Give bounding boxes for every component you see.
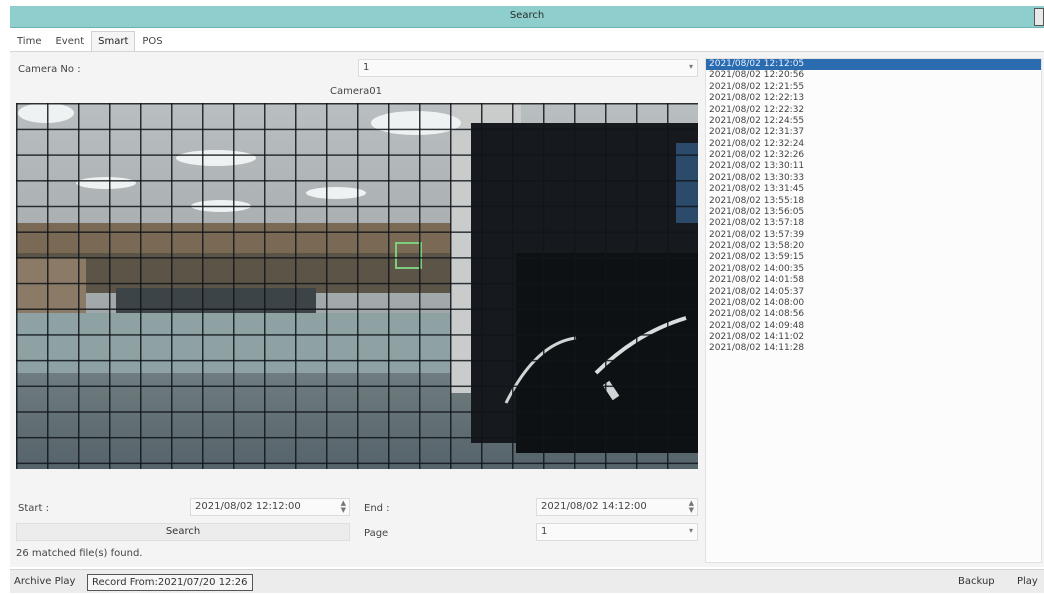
tab-smart[interactable]: Smart [91,31,136,51]
tab-event[interactable]: Event [48,31,91,51]
end-datetime-value: 2021/08/02 14:12:00 [541,501,647,512]
list-item[interactable]: 2021/08/02 12:22:13 [706,93,1041,104]
list-item[interactable]: 2021/08/02 12:20:56 [706,70,1041,81]
backup-button[interactable]: Backup [954,574,999,591]
camera-view[interactable] [16,103,698,469]
list-item[interactable]: 2021/08/02 13:30:11 [706,161,1041,172]
play-button[interactable]: Play [1013,574,1042,591]
camera-select[interactable]: 1 ▾ [358,59,698,77]
list-item[interactable]: 2021/08/02 13:30:33 [706,173,1041,184]
list-item[interactable]: 2021/08/02 14:08:56 [706,309,1041,320]
list-item[interactable]: 2021/08/02 13:56:05 [706,207,1041,218]
camera-select-value: 1 [363,62,370,73]
list-item[interactable]: 2021/08/02 14:08:00 [706,298,1041,309]
list-item[interactable]: 2021/08/02 13:57:18 [706,218,1041,229]
list-item[interactable]: 2021/08/02 14:11:28 [706,343,1041,354]
title-bar: Search [10,6,1044,28]
status-text: 26 matched file(s) found. [16,548,143,559]
camera-name: Camera01 [330,86,382,97]
list-item[interactable]: 2021/08/02 12:22:32 [706,105,1041,116]
spin-arrows-icon[interactable]: ▲ ▼ [341,500,346,514]
dropdown-arrow-icon: ▾ [688,62,693,71]
page-label: Page [364,528,389,539]
tab-pos[interactable]: POS [135,31,169,51]
tab-time[interactable]: Time [10,31,48,51]
start-datetime-value: 2021/08/02 12:12:00 [195,501,301,512]
end-datetime-input[interactable]: 2021/08/02 14:12:00 ▲ ▼ [536,498,698,516]
record-from-field: Record From:2021/07/20 12:26 [87,574,253,591]
list-item[interactable]: 2021/08/02 14:05:37 [706,287,1041,298]
list-item[interactable]: 2021/08/02 12:24:55 [706,116,1041,127]
close-button[interactable] [1034,8,1044,26]
list-item[interactable]: 2021/08/02 13:55:18 [706,196,1041,207]
camera-no-label: Camera No : [18,64,81,75]
bottom-bar: Archive Play Record From:2021/07/20 12:2… [10,569,1044,593]
result-list[interactable]: 2021/08/02 12:12:05 2021/08/02 12:20:56 20… [705,58,1042,563]
list-item[interactable]: 2021/08/02 13:58:20 [706,241,1041,252]
list-item[interactable]: 2021/08/02 13:59:15 [706,252,1041,263]
list-item[interactable]: 2021/08/02 13:31:45 [706,184,1041,195]
window-title: Search [509,10,545,21]
page-select[interactable]: 1 ▾ [536,523,698,541]
archive-play-button[interactable]: Archive Play [10,574,79,591]
spin-arrows-icon[interactable]: ▲ ▼ [689,500,694,514]
list-item[interactable]: 2021/08/02 12:12:05 [706,59,1041,71]
list-item[interactable]: 2021/08/02 12:21:55 [706,82,1041,93]
list-item[interactable]: 2021/08/02 14:01:58 [706,275,1041,286]
motion-grid-overlay [16,103,698,469]
list-item[interactable]: 2021/08/02 14:11:02 [706,332,1041,343]
list-item[interactable]: 2021/08/02 12:32:24 [706,139,1041,150]
start-label: Start : [18,503,49,514]
dropdown-arrow-icon: ▾ [688,526,693,535]
end-label: End : [364,503,390,514]
search-button[interactable]: Search [16,523,350,541]
list-item[interactable]: 2021/08/02 13:57:39 [706,230,1041,241]
page-select-value: 1 [541,526,548,537]
tab-bar: Time Event Smart POS [10,31,170,51]
start-datetime-input[interactable]: 2021/08/02 12:12:00 ▲ ▼ [190,498,350,516]
list-item[interactable]: 2021/08/02 14:00:35 [706,264,1041,275]
list-item[interactable]: 2021/08/02 14:09:48 [706,321,1041,332]
list-item[interactable]: 2021/08/02 12:32:26 [706,150,1041,161]
list-item[interactable]: 2021/08/02 12:31:37 [706,127,1041,138]
